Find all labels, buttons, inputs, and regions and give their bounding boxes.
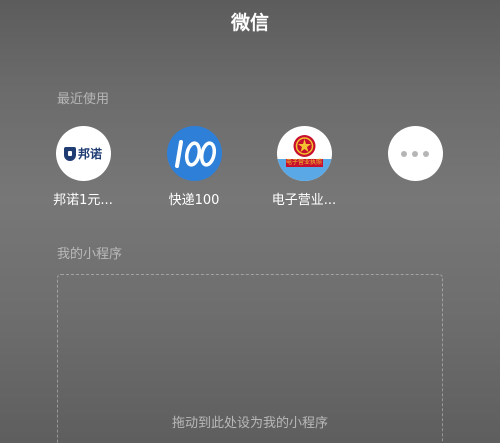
business-license-logo-text: 电子营业执照	[285, 159, 322, 166]
recent-app-label: 邦诺1元...	[53, 193, 113, 208]
recent-app-kuaidi100[interactable]: 快递100	[139, 126, 249, 208]
page-title: 微信	[230, 12, 269, 34]
kuaidi100-logo-icon	[166, 126, 222, 181]
more-apps-button[interactable]	[360, 126, 470, 181]
recent-app-label: 电子营业...	[271, 193, 337, 208]
recent-section-label: 最近使用	[57, 92, 110, 107]
recent-app-bangnuo[interactable]: 邦诺 邦诺1元...	[28, 126, 138, 208]
my-miniprograms-label: 我的小程序	[57, 247, 123, 262]
recent-app-label: 快递100	[168, 193, 220, 208]
more-icon	[387, 126, 443, 181]
dropzone-hint: 拖动到此处设为我的小程序	[171, 416, 328, 431]
business-license-emblem-icon: 电子营业执照	[276, 126, 332, 181]
bangnuo-logo-icon: 邦诺	[55, 126, 111, 181]
bangnuo-logo-text: 邦诺	[77, 146, 102, 161]
recent-app-business-license[interactable]: 电子营业执照 电子营业...	[249, 126, 359, 208]
